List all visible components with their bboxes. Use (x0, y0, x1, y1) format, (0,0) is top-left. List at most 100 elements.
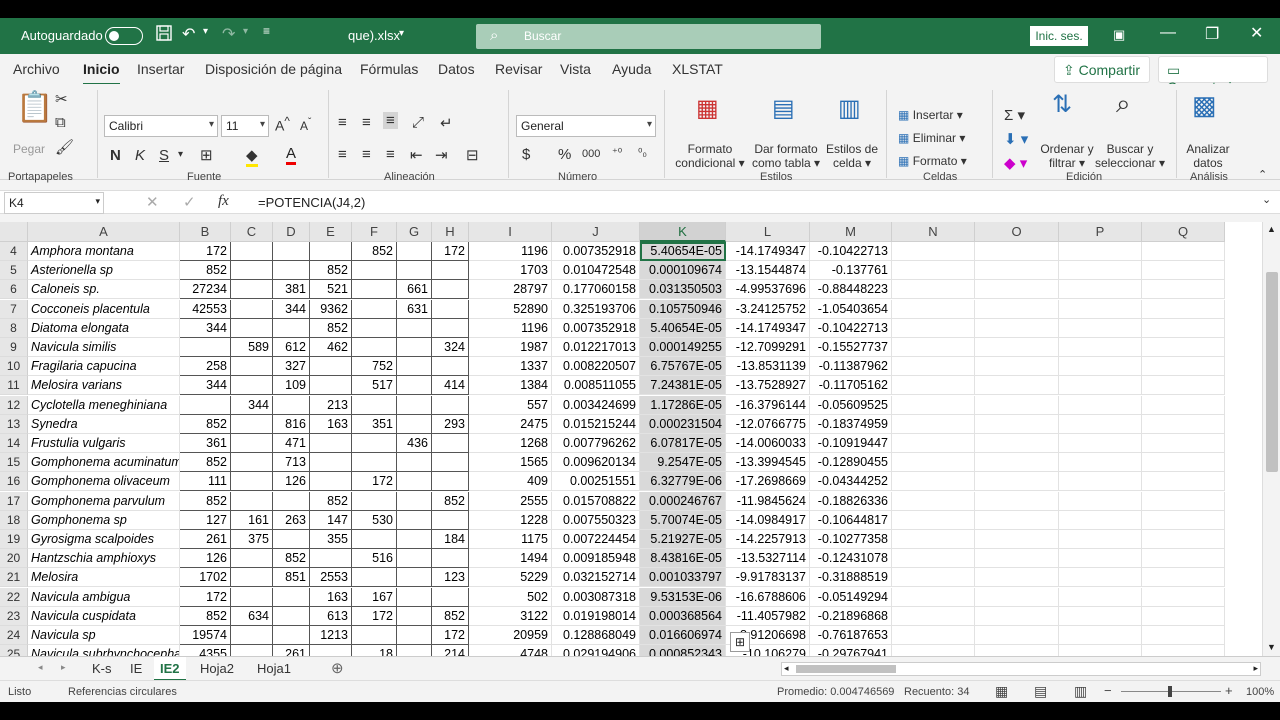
cell-p6[interactable] (1059, 280, 1142, 300)
cell-l20[interactable]: -13.5327114 (726, 549, 810, 569)
cell-d11[interactable]: 109 (273, 376, 310, 396)
cell-c23[interactable]: 634 (231, 606, 273, 626)
sheet-tab-ie2[interactable]: IE2 (154, 657, 186, 681)
analyze-data-icon[interactable]: ▩ (1192, 90, 1217, 121)
cell-g22[interactable] (397, 587, 432, 607)
column-header-j[interactable]: J (552, 222, 640, 242)
row-header[interactable]: 7 (0, 299, 28, 319)
autosum-icon[interactable]: Σ ▾ (1004, 106, 1025, 124)
conditional-format-label[interactable]: Formato condicional ▾ (672, 142, 748, 170)
cell-n22[interactable] (892, 587, 975, 607)
cell-h9[interactable]: 324 (432, 338, 469, 357)
cell-f17[interactable] (352, 491, 397, 511)
cell-i21[interactable]: 5229 (469, 568, 552, 588)
cell-h22[interactable] (432, 587, 469, 607)
cell-h13[interactable]: 293 (432, 414, 469, 434)
cell-d24[interactable] (273, 626, 310, 645)
cell-o13[interactable] (975, 414, 1059, 434)
cell-c13[interactable] (231, 414, 273, 434)
cell-o7[interactable] (975, 299, 1059, 319)
cell-h18[interactable] (432, 510, 469, 530)
cell-m6[interactable]: -0.88448223 (810, 280, 892, 300)
cell-g5[interactable] (397, 261, 432, 281)
zoom-slider-thumb[interactable] (1168, 686, 1172, 697)
cell-m15[interactable]: -0.12890455 (810, 453, 892, 473)
column-header-n[interactable]: N (892, 222, 975, 242)
cell-j8[interactable]: 0.007352918 (552, 318, 640, 338)
cell-e19[interactable]: 355 (310, 530, 352, 549)
cell-i5[interactable]: 1703 (469, 261, 552, 281)
cell-l21[interactable]: -9.91783137 (726, 568, 810, 588)
cell-p13[interactable] (1059, 414, 1142, 434)
cell-b23[interactable]: 852 (180, 606, 231, 626)
cell-j18[interactable]: 0.007550323 (552, 510, 640, 530)
cell-f22[interactable]: 167 (352, 587, 397, 607)
cell-o23[interactable] (975, 606, 1059, 626)
zoom-level[interactable]: 100% (1246, 686, 1274, 698)
cell-f9[interactable] (352, 338, 397, 357)
cell-d5[interactable] (273, 261, 310, 281)
cell-l17[interactable]: -11.9845624 (726, 491, 810, 511)
cell-m11[interactable]: -0.11705162 (810, 376, 892, 396)
increase-indent-icon[interactable]: ⇥ (435, 146, 448, 164)
menu-archivo[interactable]: Archivo (13, 61, 60, 77)
cell-l8[interactable]: -14.1749347 (726, 318, 810, 338)
cell-o4[interactable] (975, 242, 1059, 261)
cell-q8[interactable] (1142, 318, 1225, 338)
cell-b18[interactable]: 127 (180, 510, 231, 530)
file-name[interactable]: que).xlsx (348, 28, 400, 43)
align-center-icon[interactable]: ≡ (362, 146, 371, 163)
cell-b19[interactable]: 261 (180, 530, 231, 549)
cell-a19[interactable]: Gyrosigma scalpoides (28, 530, 180, 549)
cell-l4[interactable]: -14.1749347 (726, 242, 810, 261)
cell-g24[interactable] (397, 626, 432, 645)
cell-p14[interactable] (1059, 434, 1142, 453)
cell-l14[interactable]: -14.0060033 (726, 434, 810, 453)
status-circular-refs[interactable]: Referencias circulares (68, 686, 177, 698)
cell-o10[interactable] (975, 357, 1059, 377)
cell-g9[interactable] (397, 338, 432, 357)
cell-b9[interactable] (180, 338, 231, 357)
cell-c24[interactable] (231, 626, 273, 645)
cell-h17[interactable]: 852 (432, 491, 469, 511)
comments-button[interactable]: ▭ Comentarios (1158, 56, 1268, 95)
row-header[interactable]: 13 (0, 414, 28, 434)
cell-k23[interactable]: 0.000368564 (640, 606, 726, 626)
decrease-font-icon[interactable]: Aˇ (300, 117, 311, 133)
cell-k22[interactable]: 9.53153E-06 (640, 587, 726, 607)
cell-n14[interactable] (892, 434, 975, 453)
signin-button[interactable]: Inic. ses. (1030, 26, 1088, 46)
cell-q20[interactable] (1142, 549, 1225, 569)
cell-k14[interactable]: 6.07817E-05 (640, 434, 726, 453)
format-table-icon[interactable]: ▤ (772, 94, 795, 123)
cell-o22[interactable] (975, 587, 1059, 607)
cell-c21[interactable] (231, 568, 273, 588)
cell-j15[interactable]: 0.009620134 (552, 453, 640, 473)
search-box[interactable]: ⌕ Buscar (476, 24, 821, 49)
italic-button[interactable]: K (135, 147, 145, 164)
cell-c22[interactable] (231, 587, 273, 607)
cell-j16[interactable]: 0.00251551 (552, 472, 640, 492)
cell-p18[interactable] (1059, 510, 1142, 530)
cell-p16[interactable] (1059, 472, 1142, 492)
cell-i13[interactable]: 2475 (469, 414, 552, 434)
cell-c11[interactable] (231, 376, 273, 396)
menu-vista[interactable]: Vista (560, 61, 591, 77)
cell-d9[interactable]: 612 (273, 338, 310, 357)
cell-m23[interactable]: -0.21896868 (810, 606, 892, 626)
cell-k6[interactable]: 0.031350503 (640, 280, 726, 300)
cell-a9[interactable]: Navicula similis (28, 338, 180, 357)
cell-n17[interactable] (892, 491, 975, 511)
number-format-combo[interactable]: General (516, 115, 656, 137)
cell-m14[interactable]: -0.10919447 (810, 434, 892, 453)
cell-d14[interactable]: 471 (273, 434, 310, 453)
cell-o11[interactable] (975, 376, 1059, 396)
menu-inicio[interactable]: Inicio (83, 61, 120, 86)
cell-f7[interactable] (352, 299, 397, 319)
page-break-icon[interactable]: ▥ (1074, 683, 1087, 700)
cell-i10[interactable]: 1337 (469, 357, 552, 377)
format-table-label[interactable]: Dar formato como tabla ▾ (748, 142, 824, 170)
cell-e9[interactable]: 462 (310, 338, 352, 357)
cell-b17[interactable]: 852 (180, 491, 231, 511)
cell-q10[interactable] (1142, 357, 1225, 377)
